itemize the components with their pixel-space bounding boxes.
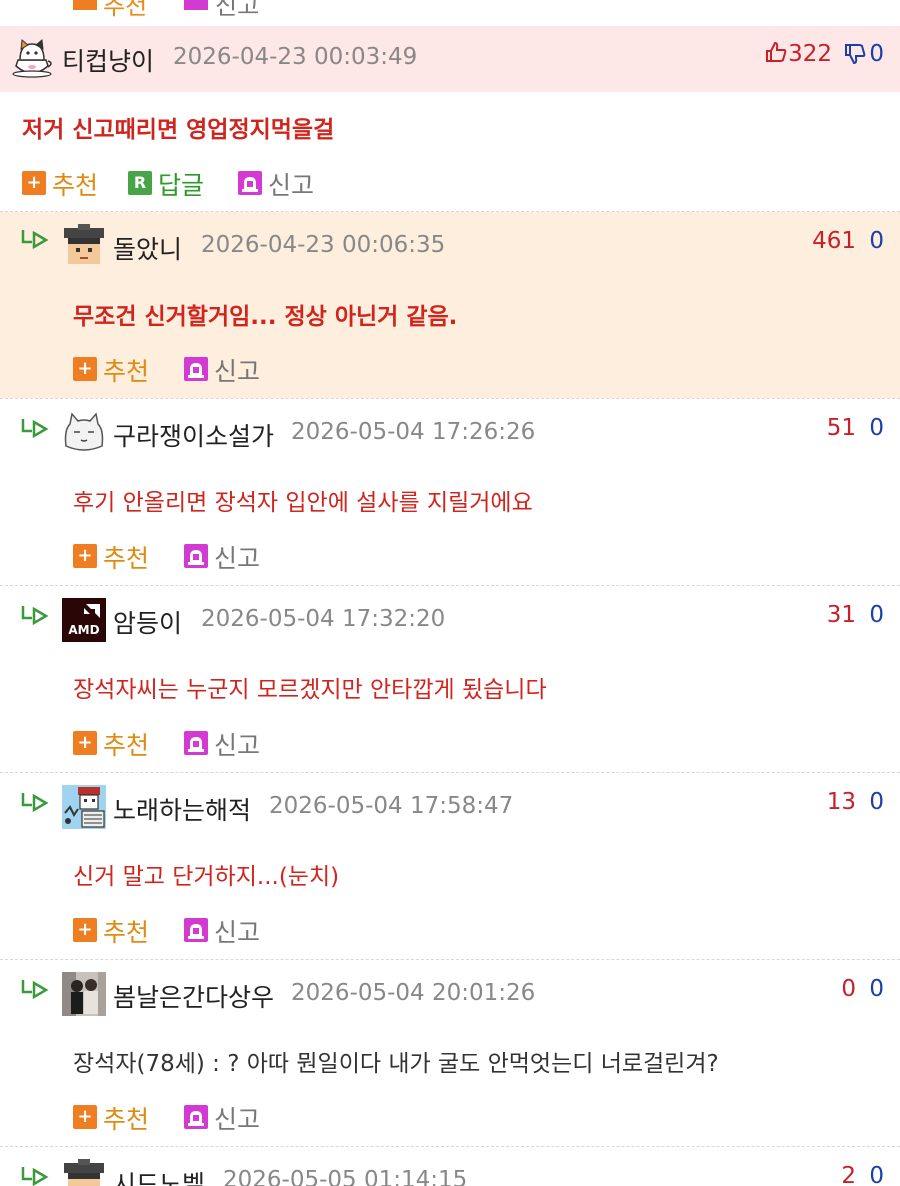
upvote-count: 13 xyxy=(826,789,857,815)
comment-date: 2026-04-23 00:03:49 xyxy=(173,44,418,70)
comment-date: 2026-04-23 00:06:35 xyxy=(201,232,446,258)
comment-author[interactable]: 봄날은간다상우 xyxy=(113,978,274,1014)
reply-arrow-icon xyxy=(21,980,49,1000)
comment-author[interactable]: 암등이 xyxy=(113,604,182,640)
reply-arrow-icon xyxy=(21,606,49,626)
r-icon: R xyxy=(128,171,152,195)
recommend-button[interactable]: 추천 xyxy=(103,0,147,21)
comment-date: 2026-05-04 17:26:26 xyxy=(291,419,536,445)
comment-date: 2026-05-04 17:32:20 xyxy=(201,606,446,632)
downvote-count: 0 xyxy=(869,789,884,815)
comment-text: 장석자씨는 누군지 모르겠지만 안타깝게 됬습니다 xyxy=(73,677,547,703)
svg-text:AMD: AMD xyxy=(68,623,99,637)
comment-item: 봄날은간다상우 2026-05-04 20:01:26 0 0 장석자(78세)… xyxy=(0,960,900,1146)
comment-actions: + 추천 신고 xyxy=(73,728,373,760)
reply-arrow-icon xyxy=(21,793,49,813)
downvote-count: 0 xyxy=(869,228,884,254)
downvote-count: 0 xyxy=(869,1163,884,1186)
plus-icon: + xyxy=(73,918,97,942)
comment-text: 장석자(78세) : ? 아따 뭔일이다 내가 굴도 안먹엇는디 너로걸린겨? xyxy=(73,1051,719,1077)
siren-icon xyxy=(184,1105,208,1129)
plus-icon: + xyxy=(73,357,97,381)
vote-counts: 0 0 xyxy=(841,976,884,1002)
downvote-count: 0 xyxy=(869,602,884,628)
plus-icon[interactable] xyxy=(73,0,97,10)
siren-icon xyxy=(184,731,208,755)
avatar[interactable] xyxy=(62,224,106,268)
comment-author[interactable]: 구라쟁이소설가 xyxy=(113,417,274,453)
comment-actions: + 추천 신고 xyxy=(73,915,373,947)
comment-author[interactable]: 노래하는해적 xyxy=(113,791,251,827)
avatar[interactable] xyxy=(10,36,54,80)
upvote-count: 322 xyxy=(788,41,833,67)
upvote-count: 31 xyxy=(826,602,857,628)
downvote-count: 0 xyxy=(869,976,884,1002)
comment-item: 돌았니 2026-04-23 00:06:35 461 0 무조건 신거할거임.… xyxy=(0,212,900,398)
siren-icon xyxy=(184,544,208,568)
reply-arrow-icon xyxy=(21,419,49,439)
comment-text: 무조건 신거할거임... 정상 아닌거 같음. xyxy=(73,304,458,330)
comment-actions: + 추천 신고 xyxy=(73,354,373,386)
upvote-count: 461 xyxy=(812,228,857,254)
comment-text: 저거 신고때리면 영업정지먹을걸 xyxy=(22,117,335,143)
comment-item: 노래하는해적 2026-05-04 17:58:47 13 0 신거 말고 단거… xyxy=(0,773,900,959)
vote-counts: 461 0 xyxy=(812,228,884,254)
comment-actions: + 추천 R 답글 신고 xyxy=(22,168,422,200)
comment-text: 후기 안올리면 장석자 입안에 설사를 지릴거에요 xyxy=(73,490,533,516)
comment-actions: + 추천 신고 xyxy=(73,1102,373,1134)
siren-icon xyxy=(184,918,208,942)
comment-item: AMD 암등이 2026-05-04 17:32:20 31 0 장석자씨는 누… xyxy=(0,586,900,772)
vote-counts: 31 0 xyxy=(827,602,884,628)
comment-author[interactable]: 시드노벨 xyxy=(113,1165,205,1186)
comment-author[interactable]: 티컵냥이 xyxy=(62,42,154,78)
siren-icon xyxy=(238,171,262,195)
report-button[interactable]: 신고 xyxy=(215,0,259,21)
downvote-count: 0 xyxy=(869,415,884,441)
comment-date: 2026-05-04 17:58:47 xyxy=(269,793,514,819)
avatar[interactable] xyxy=(62,1159,106,1186)
comment-header: 티컵냥이 2026-04-23 00:03:49 322 0 xyxy=(0,26,900,92)
reply-arrow-icon xyxy=(21,230,49,250)
upvote-count: 2 xyxy=(841,1163,857,1186)
vote-counts: 2 0 xyxy=(841,1163,884,1186)
comment-item: 시드노벨 2026-05-05 01:14:15 2 0 xyxy=(0,1147,900,1186)
thumbs-up-icon[interactable] xyxy=(764,40,788,70)
downvote-count: 0 xyxy=(869,41,884,67)
vote-counts: 51 0 xyxy=(827,415,884,441)
comment-text: 신거 말고 단거하지...(눈치) xyxy=(73,864,340,890)
amd-logo-avatar[interactable]: AMD xyxy=(62,598,106,642)
upvote-count: 0 xyxy=(841,976,857,1002)
comment-item: 티컵냥이 2026-04-23 00:03:49 322 0 저거 신고때리면 … xyxy=(0,26,900,212)
avatar[interactable] xyxy=(62,410,106,454)
vote-counts: 322 0 xyxy=(764,40,884,72)
comment-date: 2026-05-05 01:14:15 xyxy=(223,1167,468,1186)
comment-actions: + 추천 신고 xyxy=(73,541,373,573)
previous-comment-actions: 추천 신고 xyxy=(0,0,900,20)
plus-icon: + xyxy=(73,731,97,755)
vote-counts: 13 0 xyxy=(827,789,884,815)
plus-icon: + xyxy=(73,1105,97,1129)
thumbs-down-icon[interactable] xyxy=(843,42,867,72)
plus-icon: + xyxy=(22,171,46,195)
avatar[interactable] xyxy=(62,972,106,1016)
upvote-count: 51 xyxy=(826,415,857,441)
comment-item: 구라쟁이소설가 2026-05-04 17:26:26 51 0 후기 안올리면… xyxy=(0,399,900,585)
avatar[interactable] xyxy=(62,785,106,829)
comment-author[interactable]: 돌았니 xyxy=(113,230,182,266)
comment-date: 2026-05-04 20:01:26 xyxy=(291,980,536,1006)
siren-icon xyxy=(184,357,208,381)
reply-arrow-icon xyxy=(21,1167,49,1186)
siren-icon[interactable] xyxy=(184,0,208,10)
plus-icon: + xyxy=(73,544,97,568)
